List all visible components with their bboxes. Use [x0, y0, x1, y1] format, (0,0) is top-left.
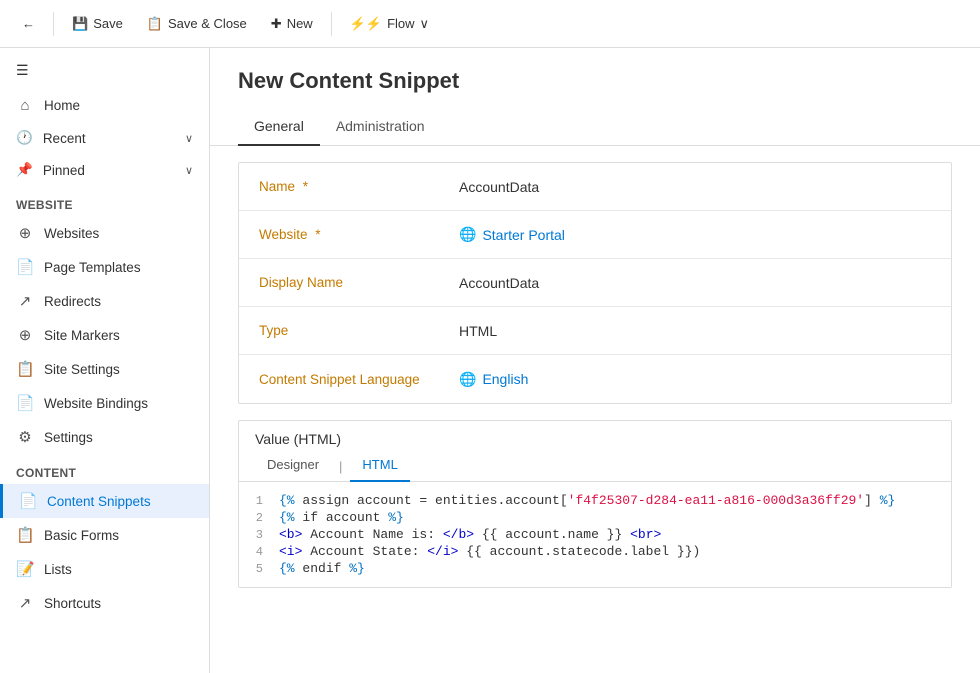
sidebar-item-site-markers[interactable]: ⊕ Site Markers — [0, 318, 209, 352]
toolbar-divider-2 — [331, 12, 332, 36]
sidebar-item-shortcuts[interactable]: ↗ Shortcuts — [0, 586, 209, 620]
website-required: * — [315, 227, 320, 242]
sidebar-item-basic-forms[interactable]: 📋 Basic Forms — [0, 518, 209, 552]
redirects-icon: ↗ — [16, 292, 34, 310]
basic-forms-icon: 📋 — [16, 526, 34, 544]
save-button[interactable]: 💾 Save — [62, 11, 133, 37]
sidebar-item-pinned[interactable]: 📌 Pinned ∨ — [0, 154, 209, 186]
page-title: New Content Snippet — [210, 48, 980, 94]
flow-icon: ⚡⚡ — [350, 16, 382, 32]
tab-general[interactable]: General — [238, 110, 320, 146]
name-required: * — [303, 179, 308, 194]
code-area: 1 {% assign account = entities.account['… — [239, 482, 951, 587]
recent-icon: 🕐 — [16, 130, 33, 146]
hamburger-icon: ☰ — [16, 62, 29, 79]
main-area: ☰ ⌂ Home 🕐 Recent ∨ 📌 Pinned ∨ Website ⊕… — [0, 48, 980, 673]
pinned-icon: 📌 — [16, 162, 33, 178]
shortcuts-icon: ↗ — [16, 594, 34, 612]
code-line-3: 3 <b> Account Name is: </b> {{ account.n… — [239, 526, 951, 543]
website-label: Website * — [259, 227, 459, 242]
toolbar: ← 💾 Save 📋 Save & Close ✚ New ⚡⚡ Flow ∨ — [0, 0, 980, 48]
language-label: Content Snippet Language — [259, 372, 459, 387]
display-name-label: Display Name — [259, 275, 459, 290]
sidebar-hamburger[interactable]: ☰ — [0, 52, 209, 89]
sidebar-item-recent[interactable]: 🕐 Recent ∨ — [0, 122, 209, 154]
home-icon: ⌂ — [16, 97, 34, 114]
sidebar-item-home[interactable]: ⌂ Home — [0, 89, 209, 122]
lists-icon: 📝 — [16, 560, 34, 578]
type-label: Type — [259, 323, 459, 338]
save-close-button[interactable]: 📋 Save & Close — [137, 11, 257, 37]
site-settings-icon: 📋 — [16, 360, 34, 378]
value-header: Value (HTML) — [239, 421, 951, 447]
back-icon: ← — [22, 16, 35, 31]
sidebar-item-website-bindings[interactable]: 📄 Website Bindings — [0, 386, 209, 420]
page-templates-icon: 📄 — [16, 258, 34, 276]
new-button[interactable]: ✚ New — [261, 11, 323, 37]
site-markers-icon: ⊕ — [16, 326, 34, 344]
form-row-website: Website * 🌐 Starter Portal — [239, 211, 951, 259]
sidebar-item-site-settings[interactable]: 📋 Site Settings — [0, 352, 209, 386]
website-section-header: Website — [0, 186, 209, 216]
new-icon: ✚ — [271, 16, 282, 32]
content-snippets-icon: 📄 — [19, 492, 37, 510]
website-globe-icon: 🌐 — [459, 226, 476, 243]
code-line-4: 4 <i> Account State: </i> {{ account.sta… — [239, 543, 951, 560]
form-section: Name * AccountData Website * 🌐 Starter P… — [238, 162, 952, 404]
flow-button[interactable]: ⚡⚡ Flow ∨ — [340, 11, 439, 37]
website-bindings-icon: 📄 — [16, 394, 34, 412]
language-globe-icon: 🌐 — [459, 371, 476, 388]
code-line-2: 2 {% if account %} — [239, 509, 951, 526]
value-tab-bar: Designer | HTML — [239, 447, 951, 482]
sidebar-item-lists[interactable]: 📝 Lists — [0, 552, 209, 586]
recent-expand-icon: ∨ — [185, 132, 193, 145]
sidebar-item-content-snippets[interactable]: 📄 Content Snippets — [0, 484, 209, 518]
websites-icon: ⊕ — [16, 224, 34, 242]
code-line-5: 5 {% endif %} — [239, 560, 951, 577]
form-row-language: Content Snippet Language 🌐 English — [239, 355, 951, 403]
sidebar: ☰ ⌂ Home 🕐 Recent ∨ 📌 Pinned ∨ Website ⊕… — [0, 48, 210, 673]
sidebar-item-settings[interactable]: ⚙ Settings — [0, 420, 209, 454]
tab-bar: General Administration — [210, 102, 980, 146]
website-value[interactable]: 🌐 Starter Portal — [459, 226, 931, 243]
name-value: AccountData — [459, 179, 931, 195]
name-label: Name * — [259, 179, 459, 194]
pinned-expand-icon: ∨ — [185, 164, 193, 177]
value-tab-html[interactable]: HTML — [350, 451, 409, 482]
code-line-1: 1 {% assign account = entities.account['… — [239, 492, 951, 509]
content-panel: New Content Snippet General Administrati… — [210, 48, 980, 673]
flow-chevron-icon: ∨ — [420, 16, 430, 32]
language-value[interactable]: 🌐 English — [459, 371, 931, 388]
type-value: HTML — [459, 323, 931, 339]
settings-icon: ⚙ — [16, 428, 34, 446]
save-close-icon: 📋 — [147, 16, 163, 32]
form-row-name: Name * AccountData — [239, 163, 951, 211]
content-section-header: Content — [0, 454, 209, 484]
toolbar-divider-1 — [53, 12, 54, 36]
sidebar-item-websites[interactable]: ⊕ Websites — [0, 216, 209, 250]
sidebar-item-page-templates[interactable]: 📄 Page Templates — [0, 250, 209, 284]
value-tab-divider: | — [331, 451, 350, 481]
display-name-value: AccountData — [459, 275, 931, 291]
value-tab-designer[interactable]: Designer — [255, 451, 331, 482]
back-button[interactable]: ← — [12, 11, 45, 36]
sidebar-item-redirects[interactable]: ↗ Redirects — [0, 284, 209, 318]
form-row-display-name: Display Name AccountData — [239, 259, 951, 307]
value-section: Value (HTML) Designer | HTML 1 {% assign… — [238, 420, 952, 588]
form-row-type: Type HTML — [239, 307, 951, 355]
tab-administration[interactable]: Administration — [320, 110, 441, 146]
save-icon: 💾 — [72, 16, 88, 32]
